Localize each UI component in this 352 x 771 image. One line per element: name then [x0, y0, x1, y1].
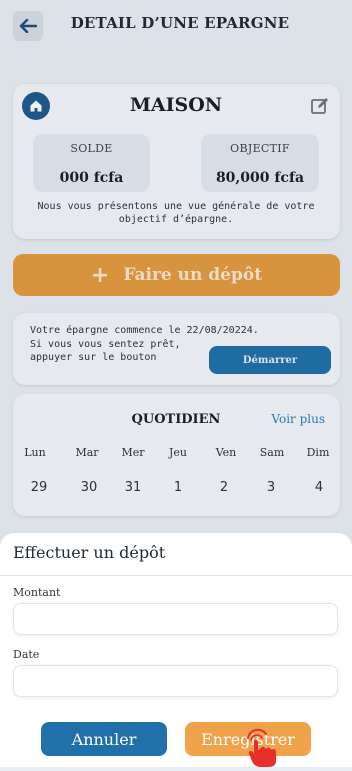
- date-input[interactable]: [13, 665, 338, 697]
- tap-hand-icon: [242, 728, 282, 767]
- date-label: Date: [13, 648, 40, 661]
- amount-label: Montant: [13, 586, 61, 599]
- cancel-button[interactable]: Annuler: [41, 722, 167, 756]
- sheet-title: Effectuer un dépôt: [13, 543, 166, 562]
- divider: [0, 575, 352, 576]
- amount-input[interactable]: [13, 603, 338, 635]
